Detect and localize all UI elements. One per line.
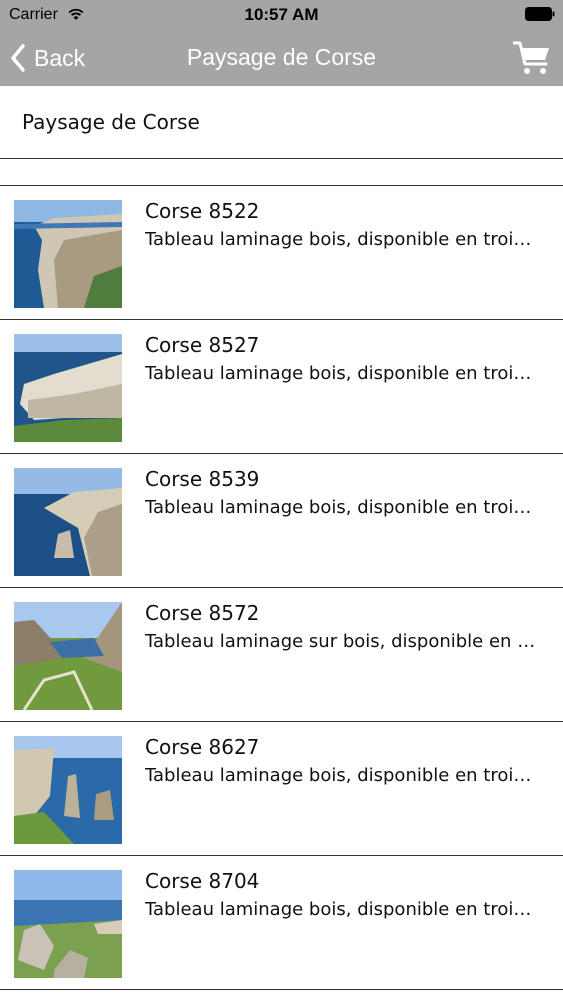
- product-description: Tableau laminage bois, disponible en tro…: [145, 765, 540, 786]
- product-thumbnail: [14, 468, 122, 576]
- product-row[interactable]: Corse 8522 Tableau laminage bois, dispon…: [0, 186, 563, 320]
- product-thumbnail: [14, 200, 122, 308]
- product-name: Corse 8572: [145, 601, 260, 625]
- section-spacer: [0, 159, 563, 186]
- product-row[interactable]: Corse 8572 Tableau laminage sur bois, di…: [0, 588, 563, 722]
- product-description: Tableau laminage bois, disponible en tro…: [145, 229, 540, 250]
- category-title: Paysage de Corse: [22, 110, 200, 134]
- product-list: Corse 8522 Tableau laminage bois, dispon…: [0, 186, 563, 990]
- product-name: Corse 8522: [145, 199, 260, 223]
- product-thumbnail: [14, 870, 122, 978]
- page-title: Paysage de Corse: [186, 44, 377, 70]
- product-thumbnail: [14, 602, 122, 710]
- cart-icon[interactable]: [513, 40, 551, 76]
- product-row[interactable]: Corse 8627 Tableau laminage bois, dispon…: [0, 722, 563, 856]
- back-button[interactable]: Back: [10, 43, 85, 73]
- battery-icon: [525, 7, 555, 21]
- product-description: Tableau laminage bois, disponible en tro…: [145, 899, 540, 920]
- clock: 10:57 AM: [244, 5, 319, 24]
- category-header: Paysage de Corse: [0, 86, 563, 159]
- product-row[interactable]: Corse 8539 Tableau laminage bois, dispon…: [0, 454, 563, 588]
- product-thumbnail: [14, 334, 122, 442]
- product-description: Tableau laminage bois, disponible en tro…: [145, 497, 540, 518]
- product-row[interactable]: Corse 8704 Tableau laminage bois, dispon…: [0, 856, 563, 990]
- product-name: Corse 8527: [145, 333, 260, 357]
- product-row[interactable]: Corse 8527 Tableau laminage bois, dispon…: [0, 320, 563, 454]
- status-bar: Carrier 10:57 AM: [0, 0, 563, 30]
- product-description: Tableau laminage sur bois, disponible en…: [145, 631, 540, 652]
- navigation-bar: Back Paysage de Corse: [0, 30, 563, 86]
- product-name: Corse 8539: [145, 467, 260, 491]
- product-thumbnail: [14, 736, 122, 844]
- product-description: Tableau laminage bois, disponible en tro…: [145, 363, 540, 384]
- product-name: Corse 8627: [145, 735, 260, 759]
- product-name: Corse 8704: [145, 869, 260, 893]
- chevron-left-icon: [11, 44, 25, 72]
- back-label: Back: [34, 44, 86, 71]
